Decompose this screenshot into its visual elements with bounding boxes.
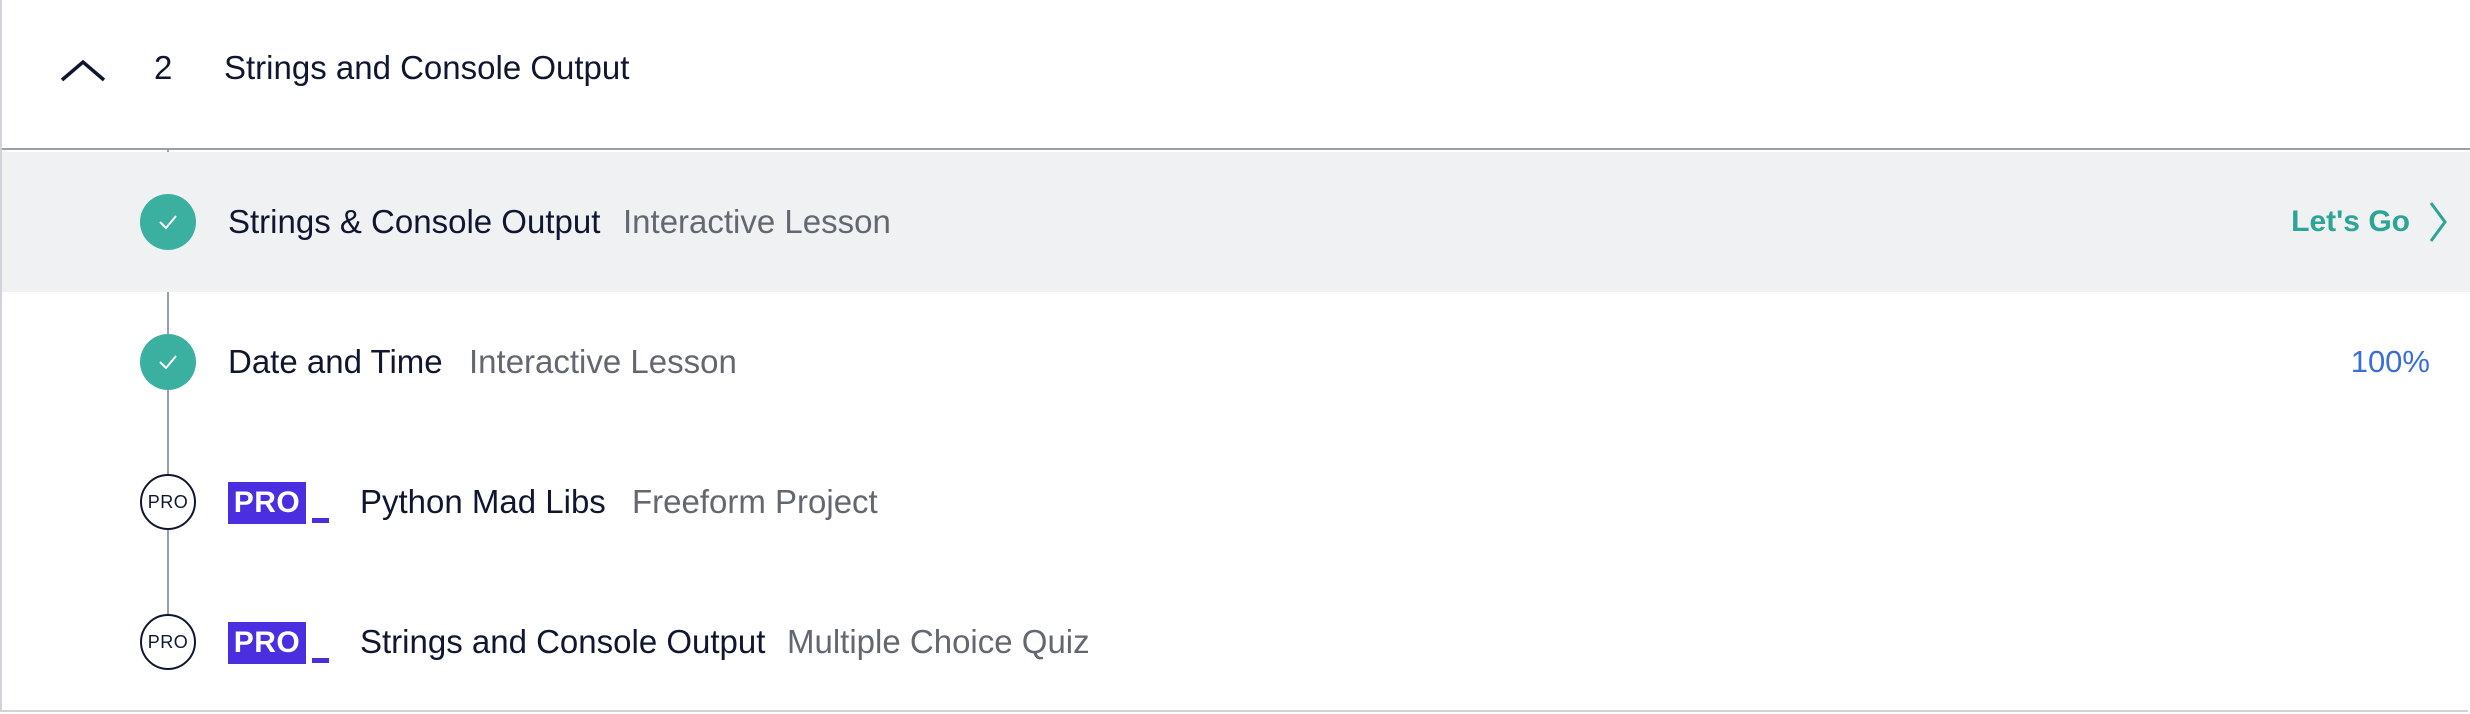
lesson-row[interactable]: Strings & Console Output Interactive Les… <box>2 152 2470 292</box>
complete-status-icon <box>140 334 196 390</box>
pro-badge-cursor <box>312 518 329 523</box>
lets-go-label: Let's Go <box>2291 205 2410 238</box>
pro-badge-label: PRO <box>228 622 306 664</box>
lesson-title[interactable]: Strings & Console Output <box>228 202 600 242</box>
quiz-row[interactable]: PRO PRO Strings and Console Output Multi… <box>2 572 2470 712</box>
lets-go-button[interactable]: Let's Go <box>2291 200 2448 244</box>
complete-status-icon <box>140 194 196 250</box>
chevron-right-icon <box>2429 202 2447 242</box>
module-card: 2 Strings and Console Output Strings & C… <box>0 0 2470 712</box>
checkmark-icon <box>159 215 177 230</box>
pro-badge: PRO <box>228 482 329 524</box>
module-header[interactable]: 2 Strings and Console Output <box>2 0 2470 150</box>
project-row[interactable]: PRO PRO Python Mad Libs Freeform Project <box>2 432 2470 572</box>
project-type: Freeform Project <box>632 483 878 520</box>
module-title: Strings and Console Output <box>224 49 630 86</box>
quiz-type: Multiple Choice Quiz <box>787 623 1090 660</box>
chevron-up-icon[interactable] <box>60 58 106 82</box>
quiz-title[interactable]: Strings and Console Output <box>360 622 765 662</box>
pro-badge-cursor <box>312 658 329 663</box>
lesson-type: Interactive Lesson <box>469 343 737 380</box>
lesson-type: Interactive Lesson <box>623 203 891 240</box>
pro-status-icon: PRO <box>140 614 196 670</box>
pro-status-icon: PRO <box>140 474 196 530</box>
progress-percent: 100% <box>2350 344 2430 379</box>
lesson-row[interactable]: Date and Time Interactive Lesson 100% <box>2 292 2470 432</box>
module-number: 2 <box>154 49 173 86</box>
pro-badge-label: PRO <box>228 482 306 524</box>
lesson-title[interactable]: Date and Time <box>228 342 443 382</box>
checkmark-icon <box>159 355 177 370</box>
project-title[interactable]: Python Mad Libs <box>360 482 606 522</box>
pro-badge: PRO <box>228 622 329 664</box>
